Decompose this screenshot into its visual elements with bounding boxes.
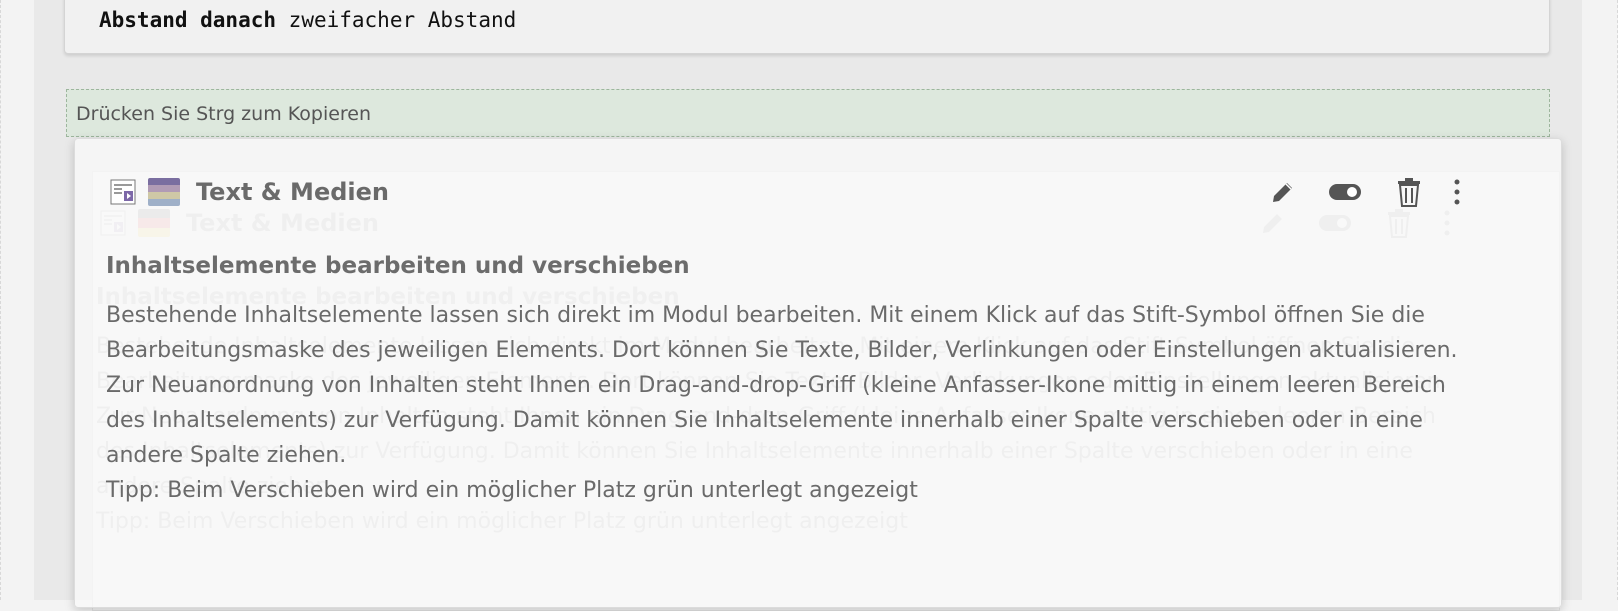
previous-content-element[interactable]: Abstand danach zweifacher Abstand [64, 0, 1550, 54]
edit-pencil-button[interactable] [1266, 175, 1300, 209]
spacing-label: Abstand danach [99, 8, 277, 32]
spacing-value: zweifacher Abstand [288, 8, 517, 32]
drop-zone-hint: Drücken Sie Strg zum Kopieren [76, 103, 372, 125]
more-vertical-icon [1454, 179, 1460, 205]
more-options-button[interactable] [1440, 175, 1474, 209]
element-title: Text & Medien [196, 178, 389, 206]
drop-zone[interactable]: Drücken Sie Strg zum Kopieren [66, 89, 1550, 137]
element-heading: Inhaltselemente bearbeiten und verschieb… [106, 253, 690, 279]
element-paragraph-3: Tipp: Beim Verschieben wird ein mögliche… [106, 478, 918, 503]
spacing-setting: Abstand danach zweifacher Abstand [99, 8, 516, 32]
visibility-toggle[interactable] [1328, 175, 1362, 209]
text-media-icon [110, 179, 136, 205]
delete-button[interactable] [1392, 175, 1426, 209]
trash-icon [1398, 178, 1420, 207]
pencil-icon [1273, 183, 1292, 202]
toggle-icon [1329, 184, 1361, 200]
element-paragraph-1: Bestehende Inhaltselemente lassen sich d… [106, 303, 1458, 363]
language-flag-icon [148, 178, 180, 206]
element-paragraph-2: Zur Neuanordnung von Inhalten steht Ihne… [106, 373, 1446, 468]
